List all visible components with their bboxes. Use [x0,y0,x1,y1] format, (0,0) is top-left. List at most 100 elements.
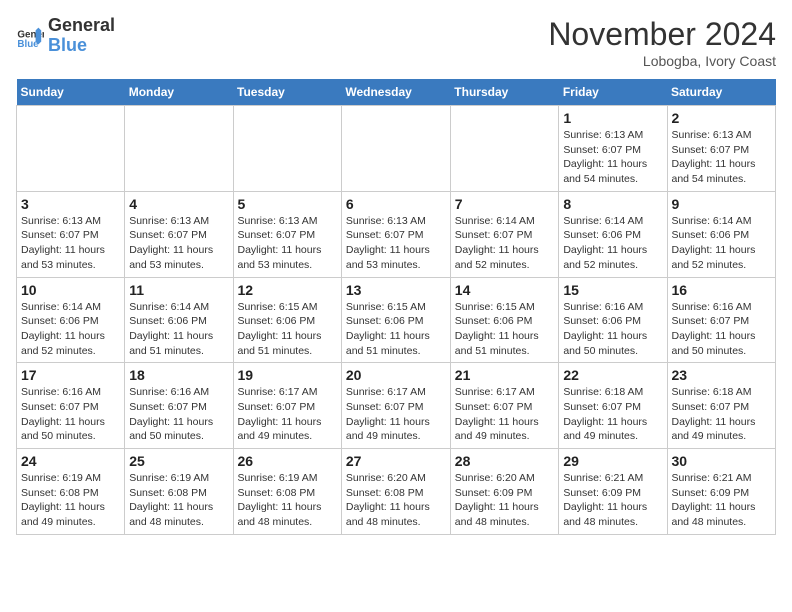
week-row-4: 17 Sunrise: 6:16 AMSunset: 6:07 PMDayligh… [17,363,776,449]
day-number: 4 [129,196,228,212]
day-info: Sunrise: 6:19 AMSunset: 6:08 PMDaylight:… [21,471,120,530]
day-info: Sunrise: 6:14 AMSunset: 6:07 PMDaylight:… [455,214,555,273]
day-info: Sunrise: 6:20 AMSunset: 6:08 PMDaylight:… [346,471,446,530]
calendar-cell: 3Sunrise: 6:13 AMSunset: 6:07 PMDaylight… [17,191,125,277]
day-number: 28 [455,453,555,469]
calendar-cell: 7 Sunrise: 6:14 AMSunset: 6:07 PMDaylight… [450,191,559,277]
day-info: Sunrise: 6:18 AMSunset: 6:07 PMDaylight:… [563,385,662,444]
calendar-cell: 2Sunrise: 6:13 AMSunset: 6:07 PMDaylight… [667,106,776,192]
calendar-cell: 13 Sunrise: 6:15 AMSunset: 6:06 PMDayligh… [341,277,450,363]
title-block: November 2024 Lobogba, Ivory Coast [548,16,776,69]
day-info: Sunrise: 6:16 AMSunset: 6:06 PMDaylight:… [563,300,662,359]
day-info: Sunrise: 6:19 AMSunset: 6:08 PMDaylight:… [129,471,228,530]
day-number: 5 [238,196,337,212]
calendar-cell: 11Sunrise: 6:14 AMSunset: 6:06 PMDayligh… [125,277,233,363]
day-info: Sunrise: 6:16 AMSunset: 6:07 PMDaylight:… [129,385,228,444]
day-info: Sunrise: 6:13 AMSunset: 6:07 PMDaylight:… [238,214,337,273]
day-info: Sunrise: 6:15 AMSunset: 6:06 PMDaylight:… [238,300,337,359]
calendar-cell: 20 Sunrise: 6:17 AMSunset: 6:07 PMDayligh… [341,363,450,449]
day-info: Sunrise: 6:20 AMSunset: 6:09 PMDaylight:… [455,471,555,530]
day-number: 3 [21,196,120,212]
calendar-cell: 27Sunrise: 6:20 AMSunset: 6:08 PMDayligh… [341,449,450,535]
week-row-2: 3 Sunrise: 6:13 AMSunset: 6:07 PMDaylight… [17,191,776,277]
day-info: Sunrise: 6:14 AMSunset: 6:06 PMDaylight:… [21,300,120,359]
day-info: Sunrise: 6:15 AMSunset: 6:06 PMDaylight:… [346,300,446,359]
calendar-cell [233,106,341,192]
day-number: 16 [672,282,772,298]
calendar-cell: 26Sunrise: 6:19 AMSunset: 6:08 PMDayligh… [233,449,341,535]
calendar-cell: 21 Sunrise: 6:17 AMSunset: 6:07 PMDayligh… [450,363,559,449]
weekday-header-sunday: Sunday [17,79,125,106]
page-header: General Blue General Blue November 2024 … [16,16,776,69]
day-number: 19 [238,367,337,383]
day-info: Sunrise: 6:14 AMSunset: 6:06 PMDaylight:… [563,214,662,273]
calendar-cell: 14 Sunrise: 6:15 AMSunset: 6:06 PMDayligh… [450,277,559,363]
day-info: Sunrise: 6:16 AMSunset: 6:07 PMDaylight:… [21,385,120,444]
calendar-cell: 15 Sunrise: 6:16 AMSunset: 6:06 PMDayligh… [559,277,667,363]
weekday-header-saturday: Saturday [667,79,776,106]
location: Lobogba, Ivory Coast [548,53,776,69]
weekday-header-tuesday: Tuesday [233,79,341,106]
day-info: Sunrise: 6:17 AMSunset: 6:07 PMDaylight:… [346,385,446,444]
calendar-cell [341,106,450,192]
day-info: Sunrise: 6:13 AMSunset: 6:07 PMDaylight:… [129,214,228,273]
day-info: Sunrise: 6:14 AMSunset: 6:06 PMDaylight:… [672,214,772,273]
calendar-cell: 9 Sunrise: 6:14 AMSunset: 6:06 PMDaylight… [667,191,776,277]
calendar-cell: 1Sunrise: 6:13 AMSunset: 6:07 PMDaylight… [559,106,667,192]
day-number: 15 [563,282,662,298]
day-number: 26 [238,453,337,469]
calendar-cell: 12 Sunrise: 6:15 AMSunset: 6:06 PMDayligh… [233,277,341,363]
calendar-cell: 30Sunrise: 6:21 AMSunset: 6:09 PMDayligh… [667,449,776,535]
day-number: 17 [21,367,120,383]
day-number: 24 [21,453,120,469]
week-row-3: 10 Sunrise: 6:14 AMSunset: 6:06 PMDayligh… [17,277,776,363]
calendar-cell: 29Sunrise: 6:21 AMSunset: 6:09 PMDayligh… [559,449,667,535]
calendar-table: SundayMondayTuesdayWednesdayThursdayFrid… [16,79,776,535]
week-row-5: 24 Sunrise: 6:19 AMSunset: 6:08 PMDayligh… [17,449,776,535]
calendar-cell: 17 Sunrise: 6:16 AMSunset: 6:07 PMDayligh… [17,363,125,449]
calendar-cell: 8 Sunrise: 6:14 AMSunset: 6:06 PMDaylight… [559,191,667,277]
calendar-cell: 22 Sunrise: 6:18 AMSunset: 6:07 PMDayligh… [559,363,667,449]
weekday-header-wednesday: Wednesday [341,79,450,106]
logo-text: General Blue [48,16,115,56]
calendar-cell: 25 Sunrise: 6:19 AMSunset: 6:08 PMDayligh… [125,449,233,535]
day-info: Sunrise: 6:17 AMSunset: 6:07 PMDaylight:… [455,385,555,444]
day-number: 20 [346,367,446,383]
day-number: 22 [563,367,662,383]
logo-icon: General Blue [16,22,44,50]
calendar-cell: 4 Sunrise: 6:13 AMSunset: 6:07 PMDaylight… [125,191,233,277]
day-number: 9 [672,196,772,212]
day-info: Sunrise: 6:21 AMSunset: 6:09 PMDaylight:… [563,471,662,530]
day-info: Sunrise: 6:17 AMSunset: 6:07 PMDaylight:… [238,385,337,444]
calendar-cell: 28 Sunrise: 6:20 AMSunset: 6:09 PMDayligh… [450,449,559,535]
day-number: 1 [563,110,662,126]
day-number: 23 [672,367,772,383]
day-info: Sunrise: 6:21 AMSunset: 6:09 PMDaylight:… [672,471,772,530]
day-number: 21 [455,367,555,383]
day-info: Sunrise: 6:13 AMSunset: 6:07 PMDaylight:… [346,214,446,273]
day-info: Sunrise: 6:18 AMSunset: 6:07 PMDaylight:… [672,385,772,444]
day-info: Sunrise: 6:15 AMSunset: 6:06 PMDaylight:… [455,300,555,359]
day-info: Sunrise: 6:13 AMSunset: 6:07 PMDaylight:… [672,128,772,187]
calendar-cell: 6Sunrise: 6:13 AMSunset: 6:07 PMDaylight… [341,191,450,277]
day-number: 13 [346,282,446,298]
day-number: 25 [129,453,228,469]
day-number: 14 [455,282,555,298]
calendar-cell [125,106,233,192]
day-number: 7 [455,196,555,212]
day-info: Sunrise: 6:16 AMSunset: 6:07 PMDaylight:… [672,300,772,359]
logo: General Blue General Blue [16,16,115,56]
calendar-cell: 19 Sunrise: 6:17 AMSunset: 6:07 PMDayligh… [233,363,341,449]
weekday-header-thursday: Thursday [450,79,559,106]
day-number: 12 [238,282,337,298]
calendar-cell [450,106,559,192]
calendar-cell: 16 Sunrise: 6:16 AMSunset: 6:07 PMDayligh… [667,277,776,363]
weekday-header-monday: Monday [125,79,233,106]
day-number: 18 [129,367,228,383]
month-title: November 2024 [548,16,776,53]
weekday-header-row: SundayMondayTuesdayWednesdayThursdayFrid… [17,79,776,106]
day-number: 10 [21,282,120,298]
day-number: 8 [563,196,662,212]
day-number: 11 [129,282,228,298]
calendar-cell: 24 Sunrise: 6:19 AMSunset: 6:08 PMDayligh… [17,449,125,535]
